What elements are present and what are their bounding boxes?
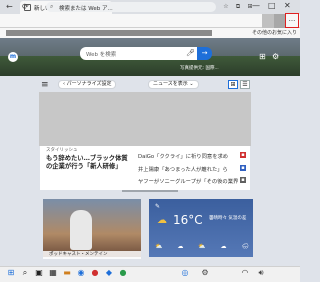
carousel-indicator[interactable] — [122, 190, 178, 192]
search-placeholder: Web を検索 — [86, 52, 117, 58]
extensions-icon[interactable]: ⧉ — [234, 3, 242, 11]
address-bar[interactable]: ⌕ 検索または Web ア... — [46, 2, 216, 12]
image-card-caption: ポッドキャスト・メンテイン — [43, 251, 141, 259]
redacted-banner — [39, 92, 251, 146]
favorites-bar: その他のお気に入り — [0, 28, 300, 38]
profile-area[interactable] — [262, 14, 274, 28]
settings-menu-button[interactable]: ... — [285, 13, 299, 28]
personalize-button[interactable]: ‹ パーソナライズ設定 — [58, 80, 117, 89]
maximize-button[interactable]: □ — [268, 1, 276, 10]
taskbar — [0, 266, 300, 282]
hamburger-menu-icon[interactable]: ≡ — [41, 80, 49, 90]
source-logo-icon: ▪ — [240, 165, 246, 171]
volume-icon[interactable]: 🔊︎ — [256, 268, 266, 278]
app-icon[interactable]: ● — [90, 268, 100, 278]
wifi-icon[interactable]: ◠ — [240, 268, 250, 278]
forecast-row: ⛅ ☁ ⛅ ☁ 🌧 — [155, 243, 249, 250]
news-headline[interactable]: もう辞めたい…ブラック体質の企業が行う「新人研修」 — [46, 155, 130, 171]
widgets-icon[interactable]: ▦ — [48, 268, 58, 278]
msn-logo[interactable]: m — [8, 52, 18, 62]
collections-icon[interactable]: ☆ — [222, 3, 230, 11]
source-logo-icon: ▪ — [240, 177, 246, 183]
forecast-day-icon: ☁ — [220, 243, 227, 250]
news-source: スタイリッシュ — [46, 148, 78, 153]
start-icon[interactable]: ⊞ — [6, 268, 16, 278]
news-dropdown[interactable]: ニュースを表示 ⌄ — [148, 80, 199, 89]
list-view-button[interactable]: ☰ — [240, 80, 250, 89]
file-explorer-icon[interactable]: ▬ — [62, 268, 72, 278]
refresh-button[interactable]: ⟳ — [22, 2, 29, 11]
close-window-button[interactable]: ✕ — [284, 1, 291, 10]
news-dropdown-label: ニュースを表示 — [153, 81, 188, 87]
back-button[interactable]: ← — [6, 2, 13, 11]
personalize-label: パーソナライズ設定 — [66, 81, 112, 87]
app-icon[interactable]: ● — [118, 268, 128, 278]
weather-condition: 曇晴時々 気温の差 — [209, 216, 247, 221]
forecast-day-icon: ⛅ — [155, 243, 163, 250]
forecast-day-icon: ⛅ — [198, 243, 206, 250]
chevron-down-icon: ⌄ — [189, 81, 194, 87]
settings-icon[interactable]: ⚙ — [200, 268, 210, 278]
forecast-day-icon: 🌧 — [241, 243, 249, 250]
news-list-item[interactable]: 井上陽康「あつまった人が離れた」ら — [138, 165, 228, 173]
chevron-left-icon: ‹ — [63, 81, 65, 87]
mic-icon[interactable]: 🎤︎ — [186, 49, 195, 57]
forecast-day-icon: ☁ — [177, 243, 184, 250]
image-news-card[interactable]: ポッドキャスト・メンテイン — [43, 199, 141, 259]
browser-icon[interactable]: ◎ — [180, 268, 190, 278]
search-icon: ⌕ — [50, 3, 54, 10]
favorites-items-redacted — [6, 30, 212, 36]
source-logo-icon: ▪ — [240, 152, 246, 158]
person-photo — [70, 210, 92, 250]
search-icon[interactable]: ⌕ — [20, 268, 30, 278]
weather-card[interactable]: ✎ ☁ 16°C 曇晴時々 気温の差 ⛅ ☁ ⛅ ☁ 🌧 — [149, 199, 253, 257]
grid-view-button[interactable]: ⊞ — [228, 80, 238, 89]
news-list-item[interactable]: DaiGo「ククライ」に祈り同意を求め — [138, 152, 228, 160]
partly-cloudy-icon: ☁ — [157, 215, 167, 226]
address-text: 検索または Web ア... — [59, 6, 113, 12]
image-credit[interactable]: 写真提供元: 国際... — [180, 65, 219, 71]
store-icon[interactable]: ◆ — [104, 268, 114, 278]
edit-location-icon[interactable]: ✎ — [155, 203, 160, 210]
search-submit-button[interactable]: → — [197, 47, 212, 60]
gear-icon[interactable]: ⚙ — [272, 52, 279, 61]
web-search-input[interactable]: Web を検索 🎤︎ — [80, 47, 210, 60]
apps-grid-icon[interactable]: ⊞ — [259, 52, 266, 61]
other-favorites-folder[interactable]: その他のお気に入り — [252, 29, 297, 36]
weather-temperature: 16°C — [173, 213, 203, 227]
split-icon[interactable]: ⊞ — [246, 3, 254, 11]
news-list-item[interactable]: ヤフーがソニーグループが「その後の業界 — [138, 177, 238, 185]
edge-icon[interactable]: ◉ — [76, 268, 86, 278]
address-toolbar — [0, 14, 300, 28]
task-view-icon[interactable]: ▣ — [34, 268, 44, 278]
